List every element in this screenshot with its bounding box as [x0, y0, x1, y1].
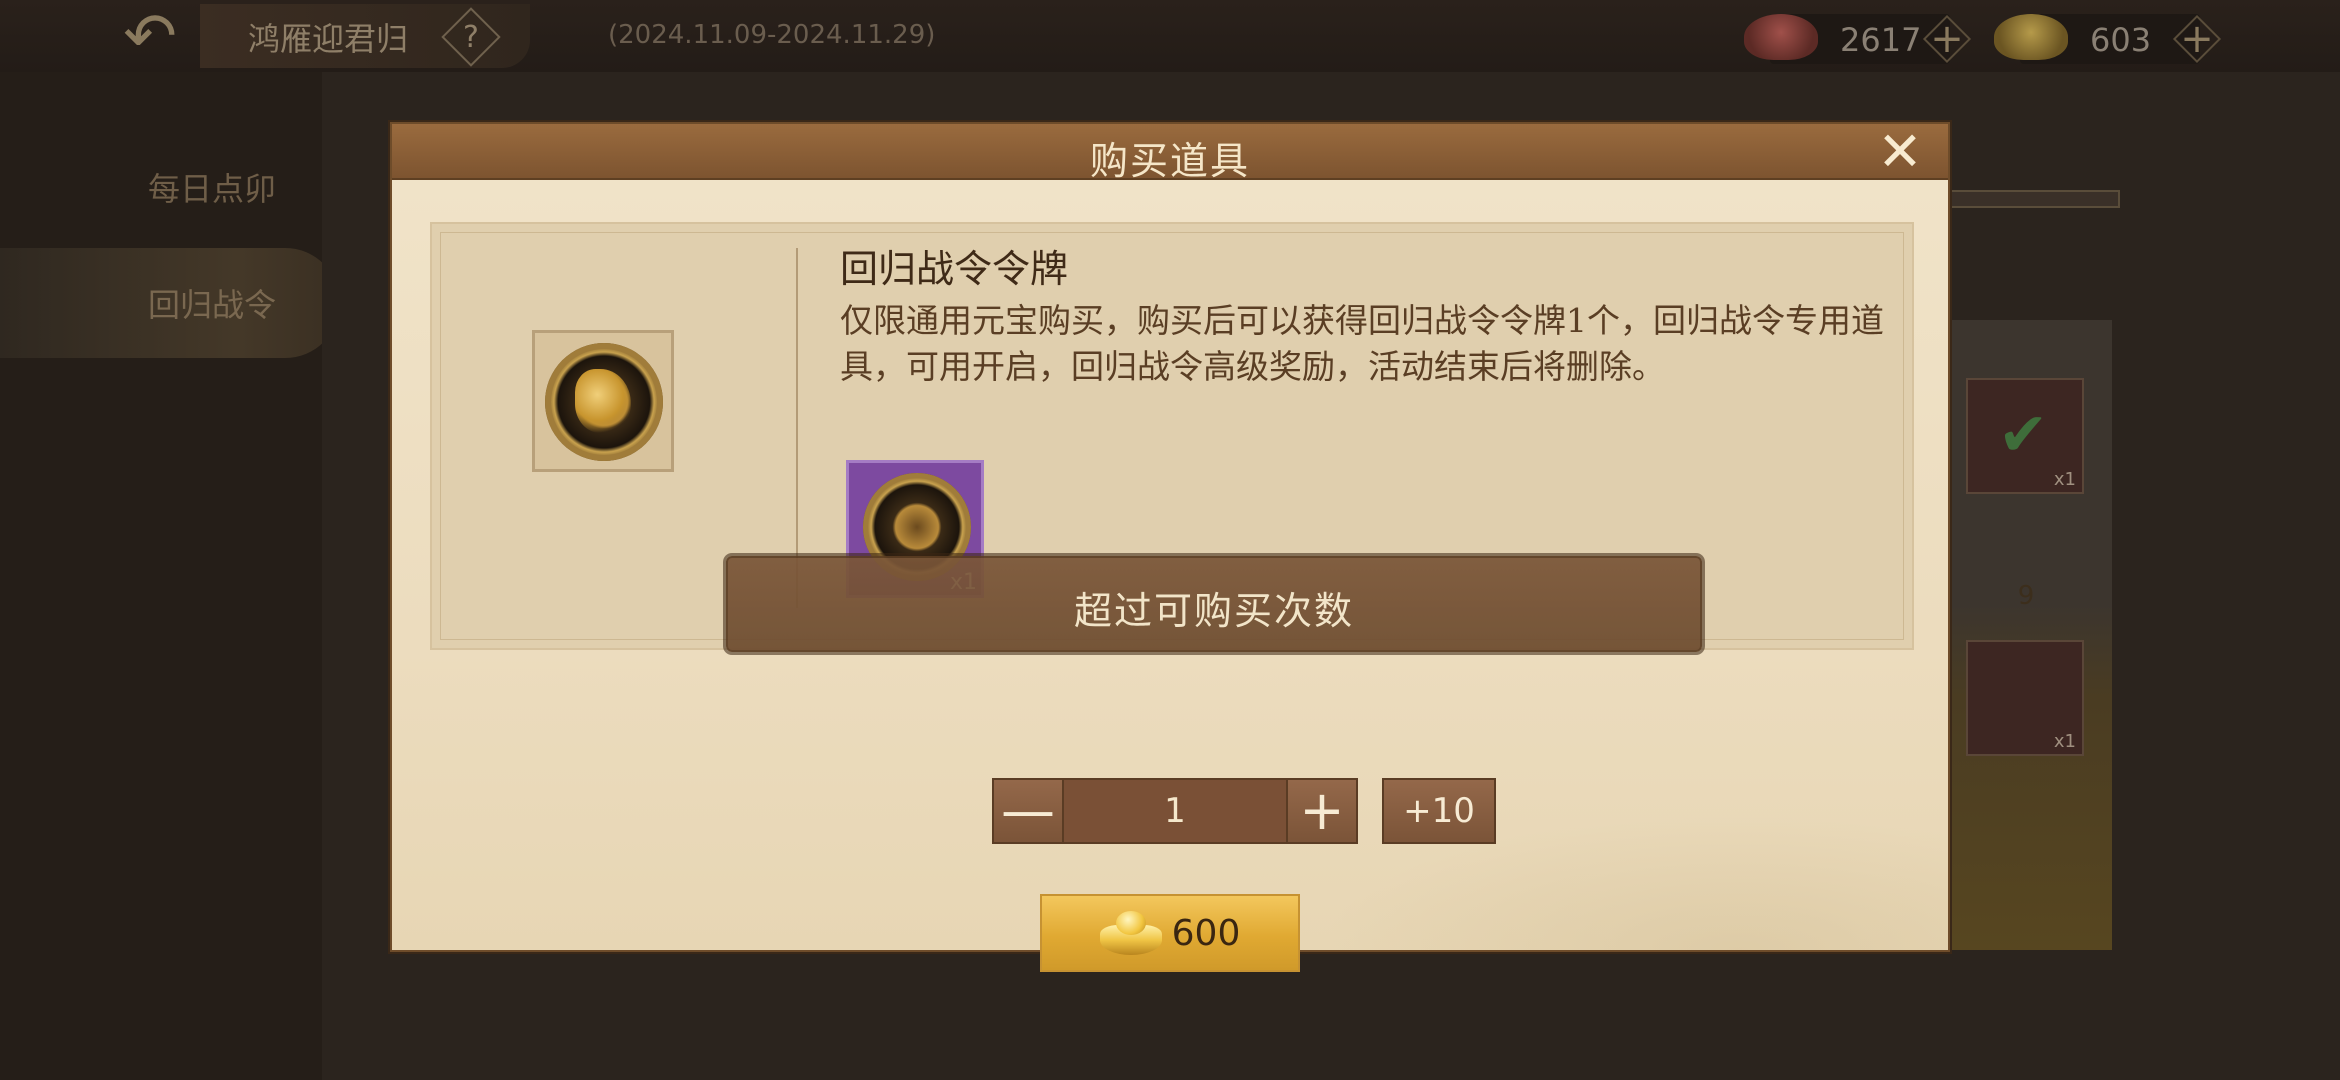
slot-count: x1 — [2053, 731, 2076, 752]
quantity-value[interactable]: 1 — [1064, 778, 1286, 844]
red-ingot-icon — [1744, 14, 1818, 60]
currency-red-ingot: 2617 + — [1744, 14, 1964, 64]
event-date-range: (2024.11.09-2024.11.29) — [608, 20, 936, 50]
toast-message: 超过可购买次数 — [1073, 589, 1354, 633]
add-red-ingot-button[interactable]: + — [1924, 16, 1970, 62]
decrease-button[interactable]: — — [992, 778, 1064, 844]
plus-icon: + — [1930, 16, 1964, 62]
level-badge: 9 — [1998, 568, 2054, 624]
currency-gold-ingot: 603 + — [1994, 14, 2214, 64]
dialog-body: 回归战令令牌 仅限通用元宝购买，购买后可以获得回归战令令牌1个，回归战令专用道具… — [392, 180, 1948, 972]
close-button[interactable]: ✕ — [1874, 120, 1926, 183]
help-button[interactable]: ? — [446, 12, 496, 62]
sidebar-item-daily-checkin[interactable]: 每日点卯 — [0, 132, 340, 242]
event-title: 鸿雁迎君归 — [248, 20, 409, 58]
add-gold-ingot-button[interactable]: + — [2174, 16, 2220, 62]
progress-bar — [1950, 190, 2120, 208]
dialog-title: 购买道具 — [1089, 139, 1250, 183]
back-button[interactable]: ↶ — [100, 0, 200, 74]
increase-button[interactable]: + — [1286, 778, 1358, 844]
sidebar-item-return-pass[interactable]: 回归战令 — [0, 248, 340, 358]
minus-icon: — — [1001, 779, 1055, 842]
buy-button[interactable]: 600 — [1040, 894, 1300, 972]
question-icon: ? — [463, 19, 479, 55]
reward-slot[interactable]: ✔ x1 — [1966, 378, 2084, 494]
plus-icon: + — [1299, 779, 1345, 842]
plus-icon: + — [2180, 16, 2214, 62]
checkmark-icon: ✔ — [1998, 400, 2049, 470]
increase-by-ten-button[interactable]: +10 — [1382, 778, 1496, 844]
slot-count: x1 — [2053, 469, 2076, 490]
gold-ingot-icon — [1994, 14, 2068, 60]
buy-price: 600 — [1171, 912, 1241, 954]
item-name: 回归战令令牌 — [840, 247, 1069, 291]
purchase-limit-toast: 超过可购买次数 — [726, 556, 1702, 652]
currency-value: 2617 — [1840, 21, 1922, 59]
close-icon: ✕ — [1877, 120, 1923, 183]
return-pass-token-icon — [545, 343, 663, 461]
divider — [796, 248, 798, 608]
reward-slot[interactable]: x1 — [1966, 640, 2084, 756]
currency-value: 603 — [2090, 21, 2152, 59]
purchase-dialog: 购买道具 ✕ 回归战令令牌 仅限通用元宝购买，购买后可以获得回归战令令牌1个，回… — [390, 120, 1950, 972]
item-description: 仅限通用元宝购买，购买后可以获得回归战令令牌1个，回归战令专用道具，可用开启，回… — [840, 301, 1884, 386]
back-arrow-icon: ↶ — [123, 0, 177, 74]
item-info-box: 回归战令令牌 仅限通用元宝购买，购买后可以获得回归战令令牌1个，回归战令专用道具… — [430, 222, 1914, 652]
item-icon-frame — [532, 330, 674, 472]
gold-ingot-icon — [1099, 911, 1162, 955]
dialog-header: 购买道具 ✕ — [392, 120, 1948, 183]
